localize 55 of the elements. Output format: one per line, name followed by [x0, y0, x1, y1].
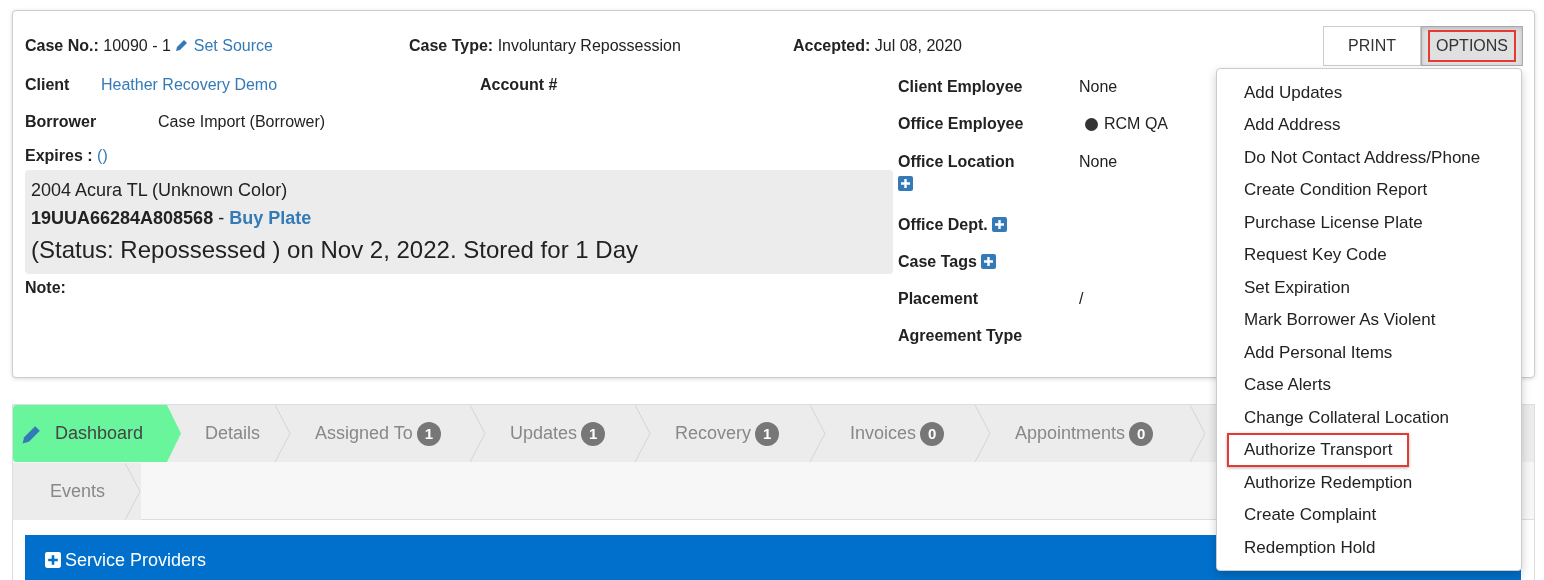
field-value: None	[1079, 76, 1118, 97]
separator: -	[218, 208, 225, 228]
field-label: Case Tags	[898, 251, 977, 272]
pencil-icon	[175, 38, 190, 52]
options-button[interactable]: OPTIONS	[1421, 26, 1523, 66]
menu-item[interactable]: Purchase License Plate	[1227, 205, 1440, 239]
menu-item[interactable]: Create Complaint	[1227, 498, 1394, 532]
count-badge: 0	[920, 421, 945, 446]
field-label: Client Employee	[898, 77, 1023, 95]
step-tab[interactable]: Dashboard	[13, 405, 181, 462]
field-label: Placement	[898, 289, 979, 307]
menu-item[interactable]: Add Personal Items	[1227, 335, 1410, 369]
menu-item[interactable]: Add Address	[1227, 108, 1358, 142]
expires-link[interactable]: ()	[97, 144, 108, 168]
count-badge: 1	[581, 421, 606, 446]
field-label: Note:	[25, 278, 66, 298]
count-badge: 1	[416, 421, 442, 446]
buy-plate-link[interactable]: Buy Plate	[229, 208, 312, 228]
vehicle-title: 2004 Acura TL (Unknown Color)	[31, 179, 289, 202]
menu-item[interactable]: Change Collateral Location	[1227, 400, 1467, 434]
menu-item[interactable]: Request Key Code	[1227, 238, 1404, 272]
field-value: /	[1079, 288, 1084, 309]
vehicle-status: (Status: Repossessed ) on Nov 2, 2022. Stored for 1 Day	[31, 235, 639, 265]
plus-icon	[45, 552, 61, 568]
field-label: Account #	[480, 75, 558, 95]
plus-icon[interactable]	[992, 217, 1008, 232]
field-label: Office Location	[898, 153, 1015, 170]
menu-item[interactable]: Set Expiration	[1227, 270, 1367, 304]
menu-item[interactable]: Create Condition Report	[1227, 173, 1445, 207]
set-source-link[interactable]: Set Source	[175, 37, 273, 54]
menu-item[interactable]: Case Alerts	[1227, 368, 1348, 402]
menu-item[interactable]: Add Updates	[1227, 75, 1360, 109]
field-label: Agreement Type	[898, 326, 1023, 344]
menu-item[interactable]: Do Not Contact Address/Phone	[1227, 140, 1498, 174]
field-label: Office Employee	[898, 115, 1024, 132]
count-badge: 0	[1129, 421, 1154, 446]
vin-number: 19UUA66284A808568	[31, 208, 214, 228]
count-badge: 1	[755, 421, 780, 446]
field-label: Expires :	[25, 146, 93, 166]
plus-icon[interactable]	[898, 176, 913, 191]
case-number: Case No.: 10090 - 1 Set Source	[25, 36, 274, 56]
plus-icon[interactable]	[981, 254, 997, 269]
menu-item[interactable]: Authorize Transport	[1227, 433, 1410, 467]
accepted-date: Accepted: Jul 08, 2020	[793, 36, 962, 56]
field-value: RCM QA	[1104, 114, 1168, 134]
field-label: Borrower	[25, 112, 98, 132]
field-value: None	[1079, 152, 1118, 172]
borrower-value: Case Import (Borrower)	[158, 112, 326, 132]
menu-item[interactable]: Mark Borrower As Violent	[1227, 303, 1453, 337]
case-type: Case Type: Involuntary Repossession	[409, 36, 682, 56]
print-button[interactable]: PRINT	[1323, 26, 1421, 66]
client-link[interactable]: Heather Recovery Demo	[101, 73, 480, 97]
menu-item[interactable]: Authorize Redemption	[1227, 465, 1430, 499]
field-label: Office Dept.	[898, 214, 988, 235]
field-label: Client	[25, 75, 71, 95]
